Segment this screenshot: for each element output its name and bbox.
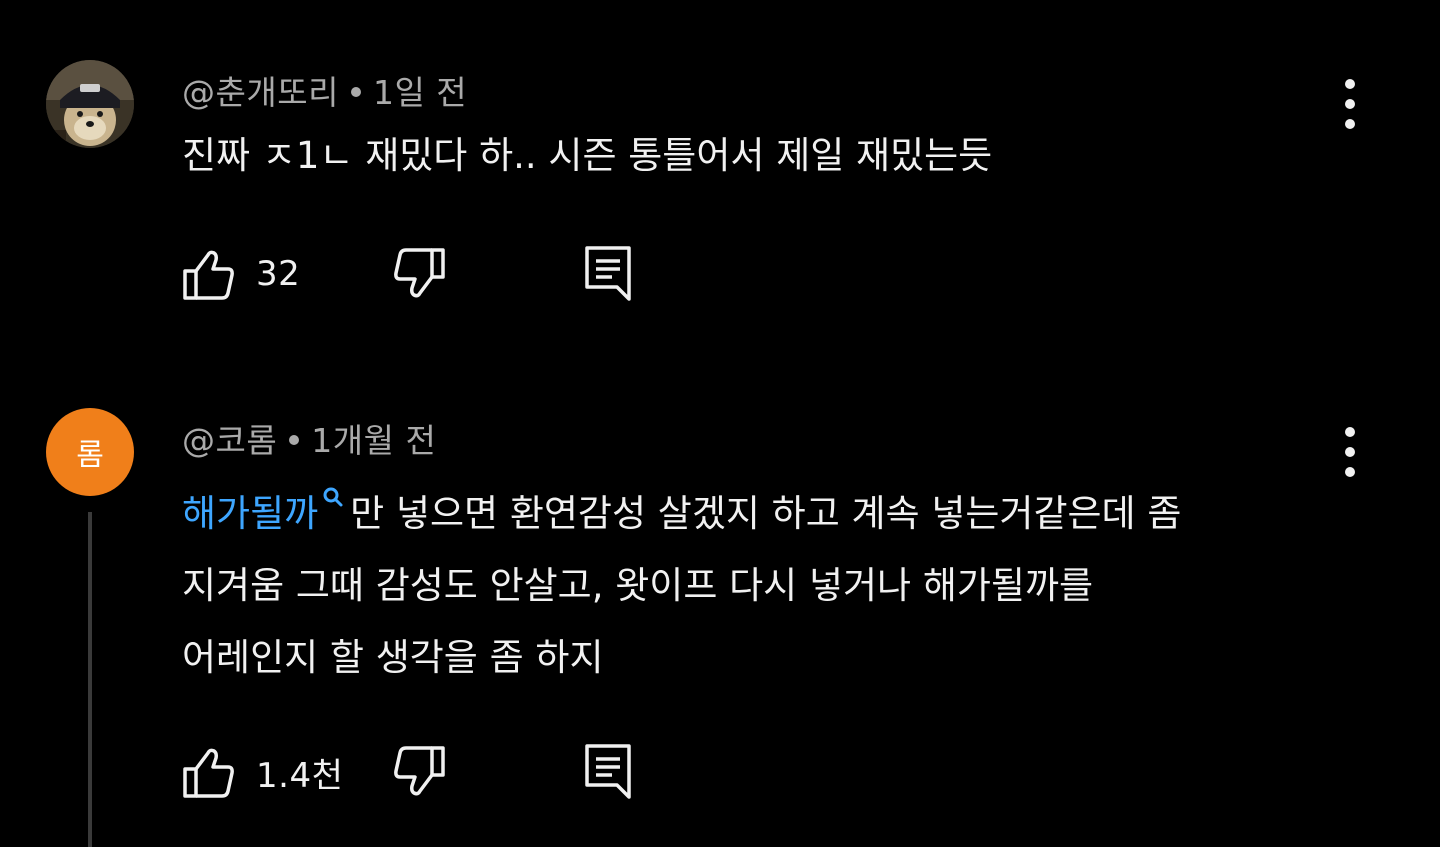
thumbs-up-icon xyxy=(183,250,234,300)
comment-text-line: 어레인지 할 생각을 좀 하지 xyxy=(182,636,604,679)
like-count: 1.4천 xyxy=(256,755,344,796)
comment-actions: 32 xyxy=(182,244,682,304)
reply-comment-icon xyxy=(585,246,631,301)
user-avatar[interactable] xyxy=(46,60,134,148)
thumbs-down-icon xyxy=(394,248,445,298)
search-link[interactable]: 해가될까 xyxy=(182,487,350,535)
search-icon xyxy=(323,487,343,507)
like-count: 32 xyxy=(256,254,301,294)
comment-meta: @춘개또리 1일 전 xyxy=(182,66,467,114)
comment-text-line: 지겨움 그때 감성도 안살고, 왓이프 다시 넣거나 해가될까를 xyxy=(182,564,1094,607)
reply-button[interactable] xyxy=(584,244,632,304)
search-link-text[interactable]: 해가될까 xyxy=(182,492,318,535)
separator-dot xyxy=(289,434,300,445)
thumbs-up-icon xyxy=(183,748,234,798)
more-options-button[interactable] xyxy=(1334,424,1366,480)
comment-text: 진짜 ㅈ1ㄴ 재밌다 하.. 시즌 통틀어서 제일 재밌는듯 xyxy=(182,134,993,177)
reply-comment-icon xyxy=(585,744,631,799)
like-button[interactable]: 1.4천 xyxy=(182,742,343,802)
thumbs-down-icon xyxy=(394,746,445,796)
avatar-letter: 롬 xyxy=(76,438,104,473)
separator-dot xyxy=(350,86,361,97)
dislike-button[interactable] xyxy=(392,244,446,304)
dog-photo-avatar-icon xyxy=(46,60,134,148)
reply-thread-line xyxy=(88,512,92,847)
comment-actions: 1.4천 xyxy=(182,742,682,802)
dislike-button[interactable] xyxy=(392,742,446,802)
reply-button[interactable] xyxy=(584,742,632,802)
comment-author[interactable]: @춘개또리 xyxy=(182,73,339,112)
comment-author[interactable]: @코롬 xyxy=(182,421,277,460)
like-button[interactable]: 32 xyxy=(182,244,300,304)
vertical-dots-icon xyxy=(1345,427,1355,477)
comment-text: 해가될까 만 넣으면 환연감성 살겠지 하고 계속 넣는거같은데 좀 지겨움 그때… xyxy=(182,478,1362,694)
comment-time[interactable]: 1개월 전 xyxy=(311,421,436,460)
comment-text-line: 해가될까 만 넣으면 환연감성 살겠지 하고 계속 넣는거같은데 좀 xyxy=(182,478,1362,550)
comment-text-part: 만 넣으면 환연감성 살겠지 하고 계속 넣는거같은데 좀 xyxy=(350,492,1182,535)
user-avatar[interactable]: 롬 xyxy=(46,408,134,496)
comment-meta: @코롬 1개월 전 xyxy=(182,414,436,462)
comment-time[interactable]: 1일 전 xyxy=(373,73,467,112)
